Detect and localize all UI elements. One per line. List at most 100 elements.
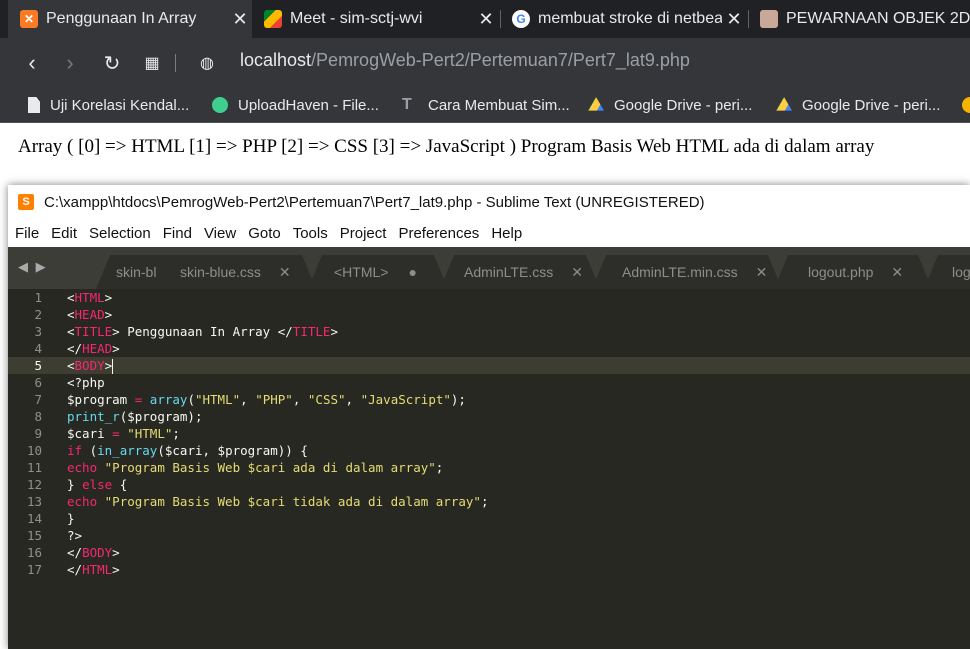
code-line[interactable]: 10 if (in_array($cari, $program)) { [8,442,970,459]
code-line[interactable]: 7 $program = array("HTML", "PHP", "CSS", … [8,391,970,408]
editor-tab[interactable]: skin-bl [104,255,156,289]
line-number: 13 [26,494,42,509]
code-line[interactable]: 17 </HTML> [8,561,970,578]
close-tab-icon[interactable]: ✕ [279,264,291,281]
code-line[interactable]: 16 </BODY> [8,544,970,561]
close-tab-icon[interactable]: ✕ [474,9,498,30]
close-tab-icon[interactable]: ✕ [891,264,903,281]
cloud-icon [212,97,228,113]
bookmark-overflow[interactable] [962,94,970,116]
browser-tab[interactable]: PEWARNAAN OBJEK 2D | T [748,0,970,38]
back-button[interactable]: ‹ [15,46,49,80]
editor-tab-bar: ◀ ▶ skin-bl skin-blue.css ✕ <HTML> ● Admin… [8,247,970,289]
menu-find[interactable]: Find [163,225,192,242]
editor-tab[interactable]: log [940,255,970,289]
close-tab-icon[interactable]: ✕ [722,9,746,30]
bookmark-item[interactable]: UploadHaven - File... [212,94,379,116]
menu-view[interactable]: View [204,225,236,242]
code-text: ?> [67,528,83,543]
code-line[interactable]: 1 <HTML> [8,289,970,306]
tab-label: log [952,264,970,280]
code-line[interactable]: 12} else { [8,476,970,493]
google-drive-icon [776,97,792,111]
bookmark-item[interactable]: Uji Korelasi Kendal... [28,94,189,116]
reload-button[interactable]: ↻ [95,46,129,80]
bookmark-label: Google Drive - peri... [614,96,753,114]
bookmark-icon [962,97,970,113]
menu-bar: File Edit Selection Find View Goto Tools… [8,219,970,247]
code-line[interactable]: 15 ?> [8,527,970,544]
browser-tab-strip: ✕ Penggunaan In Array ✕ Meet - sim-sctj-… [0,0,970,38]
google-icon: G [512,10,530,28]
globe-icon[interactable]: ◍ [190,46,224,80]
code-text: } [67,511,75,526]
code-text: if (in_array($cari, $program)) { [67,443,308,458]
code-line[interactable]: 13 echo "Program Basis Web $cari tidak ad… [8,493,970,510]
bookmark-item[interactable]: T Cara Membuat Sim... [402,94,570,116]
line-number: 7 [34,392,42,407]
line-number: 12 [26,477,42,492]
t-icon: T [402,96,412,113]
code-editor[interactable]: 1 <HTML> 2 <HEAD> 3 <TITLE> Penggunaan In Arr… [8,289,970,649]
forward-button[interactable]: › [53,46,87,80]
toolbar-divider [175,54,176,72]
url-host: localhost [240,50,312,70]
editor-tab[interactable]: <HTML> ● [322,255,417,289]
editor-tab[interactable]: AdminLTE.min.css ✕ [610,255,767,289]
menu-selection[interactable]: Selection [89,225,151,242]
code-text: echo "Program Basis Web $cari ada di dal… [67,460,444,475]
line-number: 1 [34,290,42,305]
browser-tab[interactable]: G membuat stroke di netbean ✕ [500,0,746,38]
tab-label: AdminLTE.min.css [622,264,738,280]
menu-file[interactable]: File [15,225,39,242]
menu-edit[interactable]: Edit [51,225,77,242]
code-line[interactable]: 9 $cari = "HTML"; [8,425,970,442]
unsaved-dot-icon[interactable]: ● [408,264,416,280]
close-tab-icon[interactable]: ✕ [571,264,583,281]
code-line[interactable]: 6 <?php [8,374,970,391]
tab-scroll-arrows-icon[interactable]: ◀ ▶ [18,259,48,275]
browser-tab[interactable]: Meet - sim-sctj-wvi ✕ [252,0,498,38]
code-text: print_r($program); [67,409,203,424]
code-line[interactable]: 14} [8,510,970,527]
bookmark-item[interactable]: Google Drive - peri... [588,94,752,116]
editor-tab[interactable]: logout.php ✕ [796,255,903,289]
url-path: /PemrogWeb-Pert2/Pertemuan7/Pert7_lat9.p… [311,50,690,70]
tab-title: PEWARNAAN OBJEK 2D | T [786,10,970,27]
tab-label: <HTML> [334,264,389,280]
menu-project[interactable]: Project [340,225,387,242]
code-line[interactable]: 5 <BODY> [8,357,970,374]
bookmark-item[interactable]: Google Drive - peri... [776,94,940,116]
browser-tab-active[interactable]: ✕ Penggunaan In Array ✕ [8,0,252,38]
line-number: 9 [34,426,42,441]
menu-goto[interactable]: Goto [248,225,281,242]
code-text: <TITLE> Penggunaan In Array </TITLE> [67,324,338,339]
code-line[interactable]: 3 <TITLE> Penggunaan In Array </TITLE> [8,323,970,340]
editor-tab[interactable]: skin-blue.css ✕ [168,255,291,289]
code-line[interactable]: 8 print_r($program); [8,408,970,425]
code-line[interactable]: 2 <HEAD> [8,306,970,323]
apps-grid-icon[interactable]: ▦ [135,46,169,80]
menu-preferences[interactable]: Preferences [398,225,479,242]
xampp-icon: ✕ [20,10,38,28]
sublime-logo-icon: S [18,194,34,210]
tab-label: AdminLTE.css [464,264,554,280]
code-line[interactable]: 4 </HEAD> [8,340,970,357]
code-text: </HEAD> [67,341,120,356]
bookmark-label: Uji Korelasi Kendal... [50,96,190,114]
line-number: 15 [26,528,42,543]
address-bar[interactable]: localhost/PemrogWeb-Pert2/Pertemuan7/Per… [240,50,690,71]
menu-help[interactable]: Help [491,225,522,242]
close-tab-icon[interactable]: ✕ [756,264,768,281]
code-text: echo "Program Basis Web $cari tidak ada … [67,494,489,509]
google-drive-icon [588,97,604,111]
code-line[interactable]: 11 echo "Program Basis Web $cari ada di d… [8,459,970,476]
line-number: 3 [34,324,42,339]
close-tab-icon[interactable]: ✕ [228,9,252,30]
tab-label: skin-blue.css [180,264,261,280]
editor-tab[interactable]: AdminLTE.css ✕ [452,255,583,289]
menu-tools[interactable]: Tools [293,225,328,242]
bookmark-label: Cara Membuat Sim... [428,96,570,114]
code-text: <HEAD> [67,307,113,322]
google-meet-icon [264,10,282,28]
